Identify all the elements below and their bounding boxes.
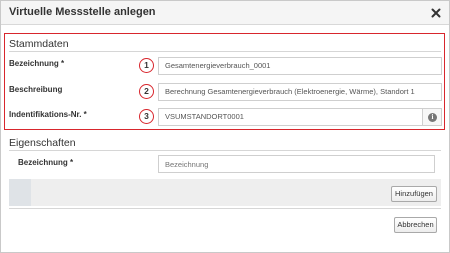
section-title-stammdaten: Stammdaten xyxy=(9,38,69,50)
beschreibung-input[interactable]: Berechnung Gesamtenergieverbrauch (Elekt… xyxy=(158,83,442,101)
cancel-button[interactable]: Abbrechen xyxy=(394,217,437,233)
properties-list-handle xyxy=(9,179,31,206)
close-icon[interactable] xyxy=(429,6,443,20)
dialog-titlebar: Virtuelle Messstelle anlegen xyxy=(1,1,449,25)
section-divider xyxy=(9,51,441,52)
info-icon: i xyxy=(428,113,437,122)
dialog-title: Virtuelle Messstelle anlegen xyxy=(9,6,156,18)
section-title-eigenschaften: Eigenschaften xyxy=(9,137,76,149)
step-number-badge: 2 xyxy=(139,84,154,99)
field-label-beschreibung: Beschreibung xyxy=(9,85,63,94)
footer-divider xyxy=(9,208,441,209)
step-number-badge: 1 xyxy=(139,58,154,73)
eigenschaft-bezeichnung-input[interactable] xyxy=(158,155,435,173)
step-number-badge: 3 xyxy=(139,109,154,124)
field-label-bezeichnung: Bezeichnung * xyxy=(9,59,65,68)
info-button[interactable]: i xyxy=(423,108,442,126)
properties-list-area xyxy=(9,179,441,206)
field-label-eigenschaft-bezeichnung: Bezeichnung * xyxy=(18,158,74,167)
identifikationsnr-input[interactable]: VSUMSTANDORT0001 xyxy=(158,108,423,126)
section-divider xyxy=(9,150,441,151)
field-label-identifikationsnr: Indentifikations-Nr. * xyxy=(9,110,87,119)
bezeichnung-input[interactable]: Gesamtenergieverbrauch_0001 xyxy=(158,57,442,75)
add-property-button[interactable]: Hinzufügen xyxy=(391,186,437,202)
create-virtual-meter-dialog: Virtuelle Messstelle anlegen Stammdaten … xyxy=(0,0,450,253)
